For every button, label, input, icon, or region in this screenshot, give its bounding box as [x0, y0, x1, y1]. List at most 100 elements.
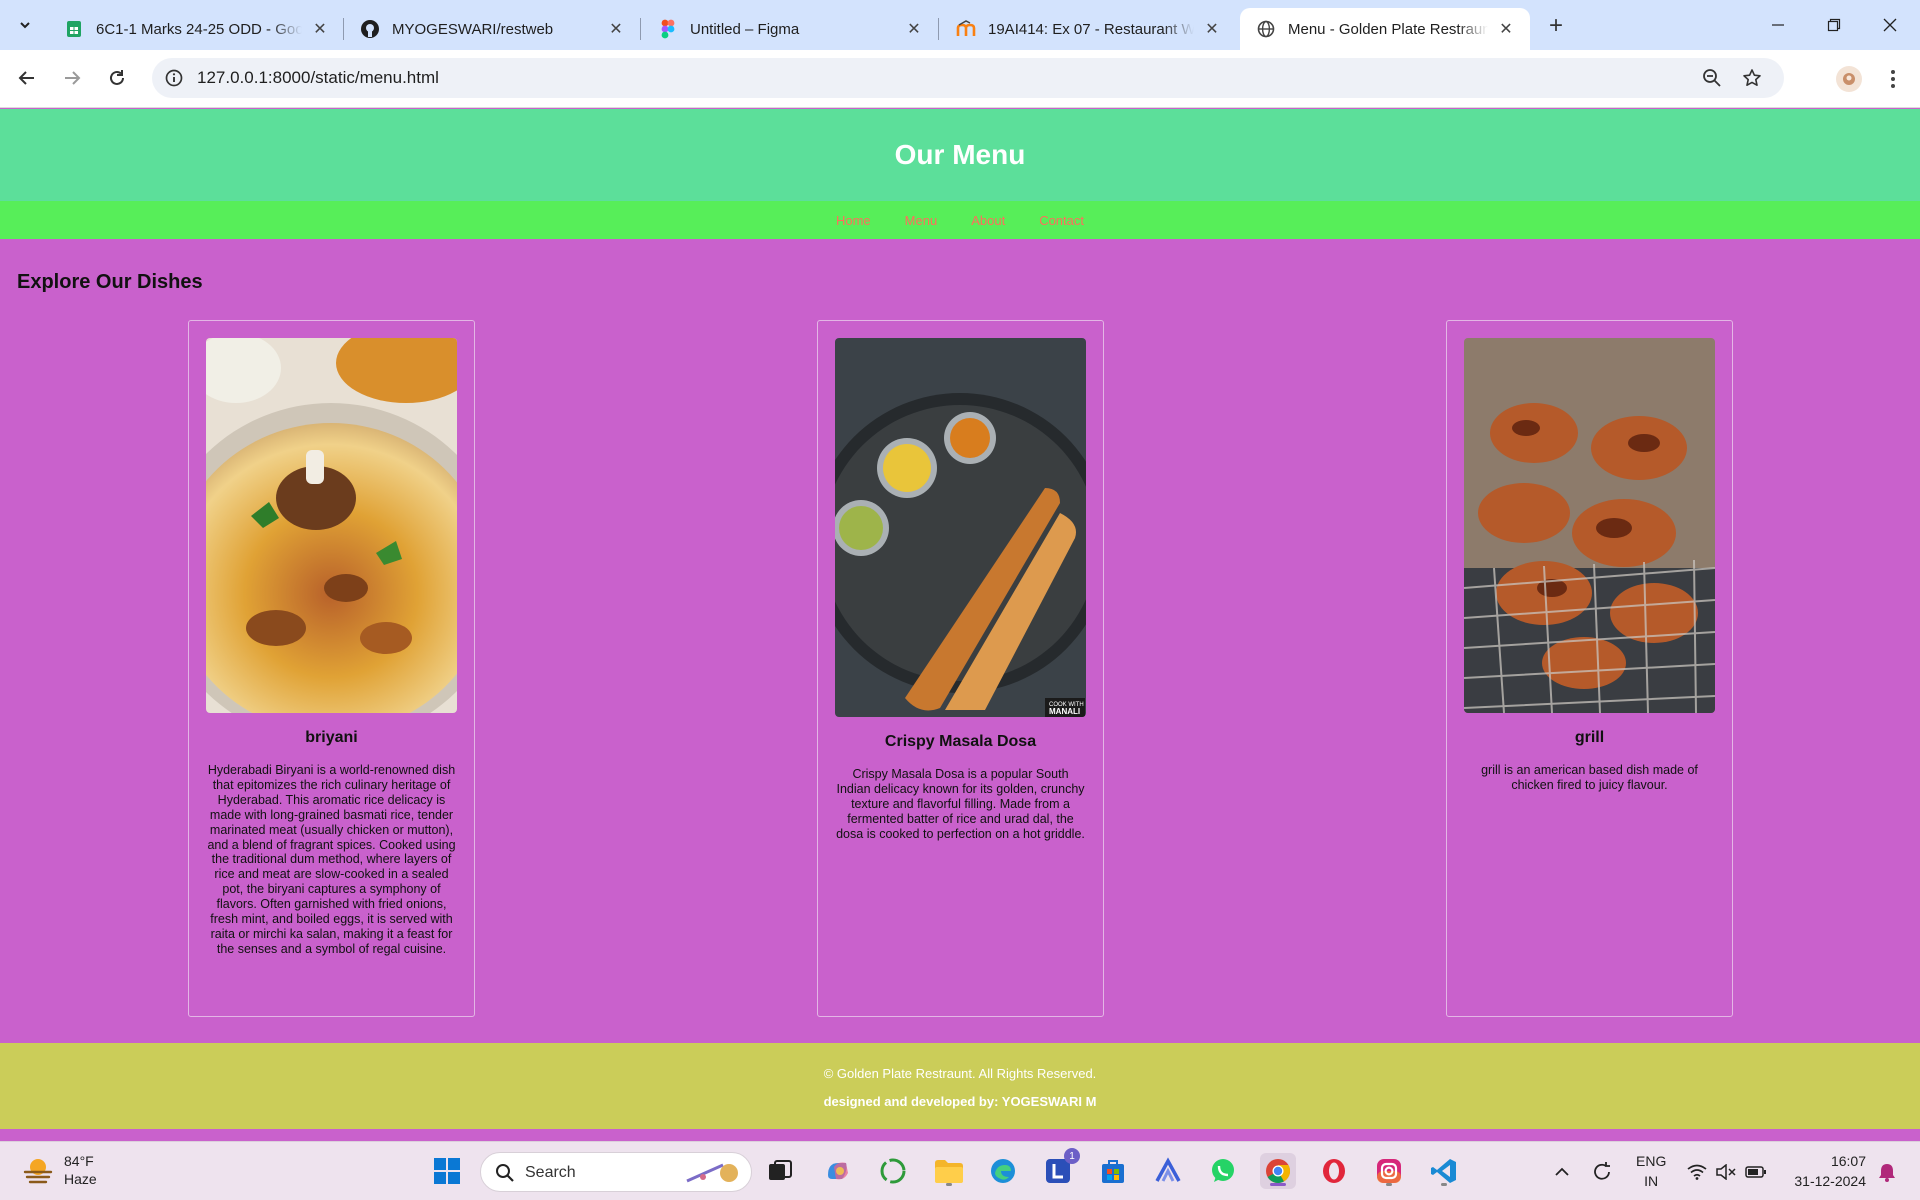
bookmark-star-icon[interactable]: [1740, 66, 1764, 90]
url-text[interactable]: 127.0.0.1:8000/static/menu.html: [197, 68, 439, 88]
edge-icon: [991, 1159, 1015, 1183]
avatar-icon: [1843, 73, 1855, 85]
close-icon[interactable]: ✕: [1496, 19, 1516, 39]
region-code: IN: [1644, 1173, 1659, 1189]
tab-divider: [938, 18, 939, 40]
windows-taskbar: 84°F Haze Search 1 ENG IN 16:07 31-12-20…: [0, 1141, 1920, 1200]
arrow-left-icon: [18, 71, 34, 85]
close-window-button[interactable]: [1862, 0, 1918, 50]
restore-button[interactable]: [1806, 0, 1862, 50]
running-indicator: [1441, 1183, 1447, 1186]
taskbar-chrome[interactable]: [1260, 1153, 1296, 1189]
volume-muted-icon: [1716, 1163, 1736, 1180]
taskbar-app-l[interactable]: 1: [1040, 1148, 1080, 1189]
tab-title: 6C1-1 Marks 24-25 ODD - Google Sheets: [96, 20, 302, 38]
taskbar-app-sync[interactable]: [875, 1153, 911, 1189]
show-hidden-icons-button[interactable]: [1550, 1142, 1574, 1200]
tray-volume[interactable]: [1714, 1142, 1738, 1200]
clock-date: 31-12-2024: [1794, 1173, 1866, 1189]
biryani-photo: [206, 338, 457, 713]
footer-credit: designed and developed by: YOGESWARI M: [823, 1094, 1097, 1109]
language-indicator[interactable]: ENG IN: [1636, 1151, 1666, 1191]
taskbar-search[interactable]: Search: [480, 1152, 752, 1192]
nav-link-menu[interactable]: Menu: [905, 213, 938, 228]
page-title: Our Menu: [894, 139, 1026, 170]
new-tab-button[interactable]: +: [1542, 12, 1570, 40]
notifications-button[interactable]: [1874, 1142, 1900, 1200]
web-page: Our Menu Home Menu About Contact Explore…: [0, 109, 1920, 1141]
clock-time: 16:07: [1830, 1153, 1866, 1169]
taskbar-opera[interactable]: [1316, 1153, 1352, 1189]
site-info-icon[interactable]: [162, 66, 186, 90]
sync-app-icon: [880, 1158, 906, 1184]
dish-name: Crispy Masala Dosa: [884, 733, 1037, 750]
forward-button[interactable]: [55, 61, 89, 95]
browser-tab[interactable]: MYOGESWARI/restweb ✕: [344, 8, 640, 50]
dish-description: Hyderabadi Biryani is a world-renowned d…: [207, 763, 456, 956]
close-icon[interactable]: ✕: [1202, 19, 1222, 39]
site-footer: © Golden Plate Restraunt. All Rights Res…: [0, 1043, 1920, 1129]
taskbar-vscode[interactable]: [1426, 1153, 1462, 1189]
system-clock[interactable]: 16:07 31-12-2024: [1782, 1151, 1866, 1191]
tray-sync-button[interactable]: [1588, 1142, 1616, 1200]
close-icon: [1883, 18, 1897, 32]
figma-icon: [658, 19, 678, 39]
browser-tab[interactable]: 19AI414: Ex 07 - Restaurant Website ✕: [940, 8, 1236, 50]
profile-avatar[interactable]: [1836, 66, 1862, 92]
haze-weather-icon: [23, 1159, 53, 1184]
browser-tab[interactable]: Untitled – Figma ✕: [642, 8, 938, 50]
nav-link-about[interactable]: About: [971, 213, 1005, 228]
tab-title: MYOGESWARI/restweb: [392, 20, 554, 38]
browser-menu-button[interactable]: [1880, 64, 1906, 94]
reload-button[interactable]: [100, 61, 134, 95]
vscode-icon: [1431, 1159, 1456, 1183]
search-label: Search: [525, 1164, 576, 1181]
language-code: ENG: [1636, 1153, 1667, 1169]
taskbar-copilot[interactable]: [820, 1153, 856, 1189]
start-button[interactable]: [429, 1153, 465, 1189]
close-icon[interactable]: ✕: [606, 19, 626, 39]
task-view-button[interactable]: [762, 1153, 798, 1189]
dish-name: briyani: [305, 729, 358, 746]
reload-icon: [110, 70, 124, 85]
tab-title: Untitled – Figma: [690, 20, 800, 38]
address-bar[interactable]: 127.0.0.1:8000/static/menu.html: [152, 58, 1784, 98]
running-indicator: [946, 1183, 952, 1186]
taskbar-instagram[interactable]: [1371, 1153, 1407, 1189]
browser-tab-strip: 6C1-1 Marks 24-25 ODD - Google Sheets ✕ …: [0, 0, 1920, 50]
tab-title: 19AI414: Ex 07 - Restaurant Website: [988, 20, 1194, 38]
close-icon[interactable]: ✕: [310, 19, 330, 39]
browser-tab-active[interactable]: Menu - Golden Plate Restraunt ✕: [1240, 8, 1530, 50]
footer-copyright: © Golden Plate Restraunt. All Rights Res…: [823, 1066, 1097, 1081]
opera-icon: [1323, 1159, 1345, 1183]
github-icon: [360, 19, 380, 39]
search-icon: [496, 1164, 514, 1182]
browser-tab[interactable]: 6C1-1 Marks 24-25 ODD - Google Sheets ✕: [48, 8, 344, 50]
minimize-button[interactable]: [1750, 0, 1806, 50]
tray-battery[interactable]: [1743, 1142, 1769, 1200]
taskbar-store[interactable]: [1095, 1153, 1131, 1189]
weather-widget[interactable]: 84°F Haze: [22, 1152, 97, 1188]
taskbar-whatsapp[interactable]: [1205, 1153, 1241, 1189]
site-header: Our Menu: [0, 109, 1920, 201]
close-icon[interactable]: ✕: [904, 19, 924, 39]
taskbar-file-explorer[interactable]: [931, 1153, 967, 1189]
tab-search-button[interactable]: [10, 11, 40, 39]
nav-link-home[interactable]: Home: [836, 213, 871, 228]
tray-wifi[interactable]: [1685, 1142, 1709, 1200]
back-button[interactable]: [10, 61, 44, 95]
chrome-icon: [1266, 1159, 1291, 1184]
search-highlight-icon: [686, 1163, 738, 1183]
nav-link-contact[interactable]: Contact: [1039, 213, 1084, 228]
restore-icon: [1827, 18, 1841, 32]
instagram-icon: [1377, 1159, 1401, 1183]
taskbar-app-a[interactable]: [1150, 1153, 1186, 1189]
moodle-icon: [956, 19, 976, 39]
taskbar-edge[interactable]: [985, 1153, 1021, 1189]
a-app-icon: [1155, 1157, 1181, 1182]
task-view-icon: [769, 1160, 792, 1180]
zoom-icon[interactable]: [1700, 66, 1724, 90]
dish-card: COOK WITH MANALI Crispy Masala Dosa Cris…: [817, 320, 1104, 1017]
sync-status-icon: [1594, 1161, 1610, 1180]
site-nav: Home Menu About Contact: [0, 201, 1920, 239]
